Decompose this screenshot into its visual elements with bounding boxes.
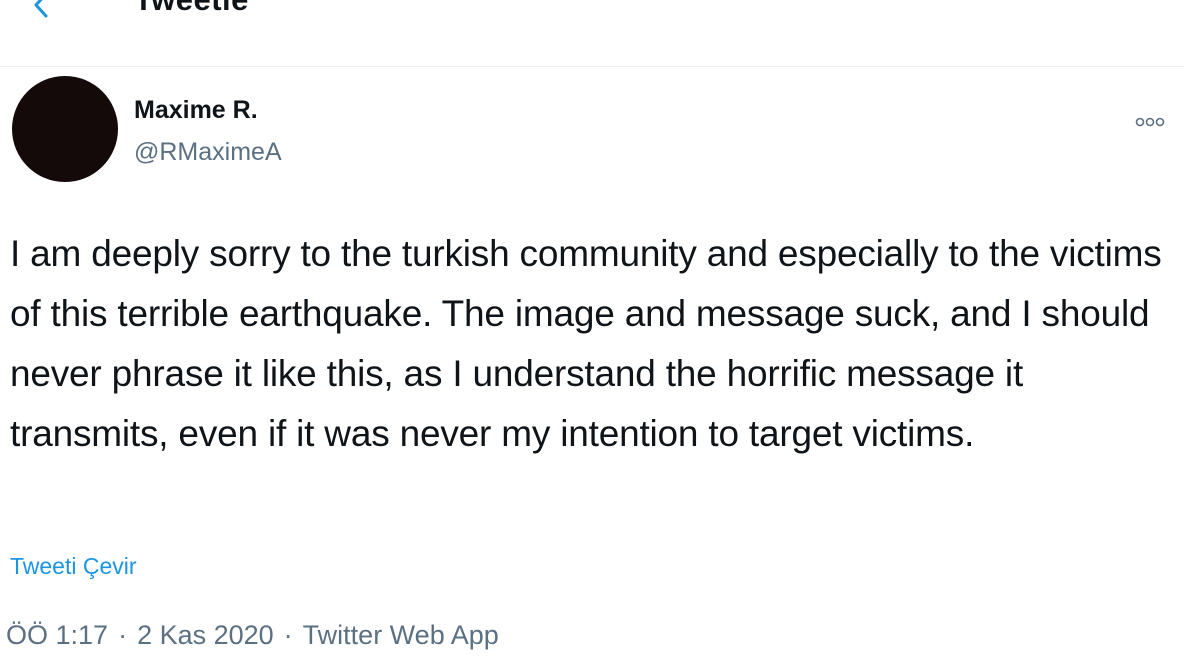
avatar[interactable]	[12, 76, 118, 182]
back-button[interactable]	[26, 0, 56, 20]
tweet-time[interactable]: ÖÖ 1:17	[6, 620, 108, 651]
author-display-name[interactable]: Maxime R.	[134, 96, 258, 125]
top-bar: Tweetle	[0, 0, 1184, 67]
meta-separator: ·	[118, 620, 128, 650]
more-options-button[interactable]	[1128, 110, 1172, 134]
tweet-date[interactable]: 2 Kas 2020	[137, 620, 274, 651]
page-title: Tweetle	[134, 0, 249, 18]
translate-tweet-link[interactable]: Tweeti Çevir	[10, 553, 137, 580]
author-handle[interactable]: @RMaximeA	[134, 138, 282, 167]
tweet-source[interactable]: Twitter Web App	[303, 620, 499, 651]
arrow-left-icon	[34, 0, 48, 18]
tweet-text: I am deeply sorry to the turkish communi…	[10, 233, 1162, 454]
meta-separator: ·	[283, 620, 293, 650]
tweet-meta: ÖÖ 1:17 · 2 Kas 2020 · Twitter Web App	[6, 620, 499, 651]
more-options-icon	[1135, 117, 1165, 127]
